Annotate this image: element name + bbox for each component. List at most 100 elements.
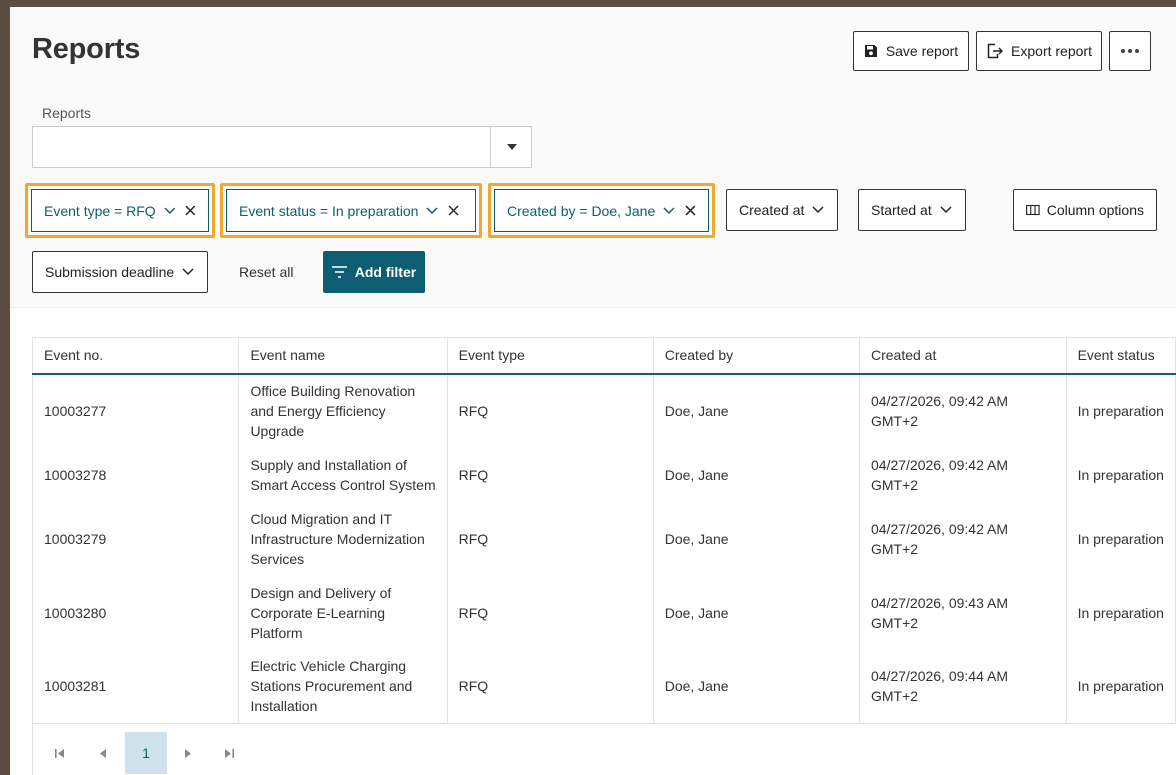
columns-icon — [1026, 204, 1040, 216]
cell-created-at: 04/27/2026, 09:42 AM GMT+2 — [858, 447, 1067, 502]
cell-event-name-line: Stations Procurement and — [250, 678, 413, 695]
reset-all-button[interactable]: Reset all — [239, 264, 293, 280]
cell-created-at-line: GMT+2 — [870, 413, 919, 429]
chevron-down-icon[interactable] — [426, 206, 438, 215]
started-at-filter-button[interactable]: Started at — [858, 189, 966, 231]
cell-event-name: Electric Vehicle Charging Stations Procu… — [238, 649, 448, 724]
cell-event-type: RFQ — [446, 575, 654, 650]
column-header-created-by[interactable]: Created by — [652, 337, 860, 375]
table-row[interactable]: 10003281 Electric Vehicle Charging Stati… — [31, 649, 1176, 724]
table-header-row: Event no. Event name Event type Created … — [31, 337, 1176, 375]
cell-event-name-line: and Energy Efficiency — [250, 403, 386, 419]
cell-event-status: In preparation — [1065, 575, 1176, 650]
column-header-event-no[interactable]: Event no. — [31, 337, 240, 375]
filter-chip-event-status[interactable]: Event status = In preparation — [226, 189, 476, 232]
page-button-current[interactable]: 1 — [125, 732, 167, 774]
reports-select[interactable] — [32, 126, 532, 168]
last-page-icon — [225, 748, 234, 758]
previous-page-button[interactable] — [82, 732, 124, 774]
table-row[interactable]: 10003278 Supply and Installation of Smar… — [31, 447, 1176, 502]
cell-created-at-line: GMT+2 — [870, 688, 919, 705]
column-header-event-status[interactable]: Event status — [1065, 337, 1176, 375]
cell-event-no: 10003279 — [31, 501, 240, 576]
cell-created-by: Doe, Jane — [652, 649, 860, 724]
filter-highlight-event-status: Event status = In preparation — [220, 183, 482, 238]
cell-event-status: In preparation — [1065, 501, 1176, 576]
last-page-button[interactable] — [208, 732, 250, 774]
reports-select-label: Reports — [42, 105, 92, 121]
next-page-button[interactable] — [166, 732, 208, 774]
column-options-label: Column options — [1046, 202, 1144, 218]
created-at-filter-button[interactable]: Created at — [726, 189, 838, 231]
chevron-left-icon — [99, 748, 106, 758]
close-icon[interactable] — [185, 205, 196, 216]
cell-created-at-line: 04/27/2026, 09:42 AM — [870, 456, 1008, 473]
cell-event-name-line: Electric Vehicle Charging — [250, 658, 407, 675]
chevron-down-icon[interactable] — [164, 207, 176, 215]
cell-event-no: 10003277 — [31, 373, 240, 448]
more-options-button[interactable] — [1109, 31, 1151, 71]
cell-event-no: 10003281 — [31, 649, 240, 724]
cell-event-type: RFQ — [446, 501, 654, 576]
column-header-event-type[interactable]: Event type — [446, 337, 654, 375]
filter-highlight-event-type: Event type = RFQ — [25, 183, 215, 238]
cell-created-at: 04/27/2026, 09:42 AM GMT+2 — [858, 501, 1067, 576]
filter-chip-event-type[interactable]: Event type = RFQ — [31, 189, 209, 232]
column-options-button[interactable]: Column options — [1013, 189, 1157, 231]
cell-created-at: 04/27/2026, 09:43 AM GMT+2 — [858, 575, 1067, 650]
submission-deadline-filter-button[interactable]: Submission deadline — [32, 251, 208, 293]
first-page-icon — [55, 748, 64, 758]
add-filter-button[interactable]: Add filter — [323, 251, 425, 293]
cell-event-name-line: Installation — [250, 698, 318, 715]
first-page-button[interactable] — [39, 732, 81, 774]
close-icon[interactable] — [448, 205, 459, 216]
cell-event-name-line: Design and Delivery of — [250, 584, 392, 601]
export-report-label: Export report — [1011, 43, 1092, 59]
close-icon[interactable] — [685, 205, 696, 216]
results-area: Event no. Event name Event type Created … — [10, 307, 1176, 775]
filter-chip-created-by[interactable]: Created by = Doe, Jane — [494, 189, 709, 232]
cell-event-name-line: Office Building Renovation — [250, 383, 416, 399]
cell-created-at: 04/27/2026, 09:44 AM GMT+2 — [858, 649, 1067, 724]
save-report-button[interactable]: Save report — [853, 31, 969, 71]
cell-event-no: 10003278 — [31, 447, 240, 502]
cell-event-type: RFQ — [446, 649, 654, 724]
save-icon — [864, 45, 877, 57]
cell-created-at-line: GMT+2 — [870, 540, 919, 557]
cell-event-no: 10003280 — [31, 575, 240, 650]
cell-created-at-line: GMT+2 — [870, 614, 919, 631]
cell-created-by: Doe, Jane — [652, 447, 860, 502]
cell-event-name: Design and Delivery of Corporate E-Learn… — [238, 575, 448, 650]
cell-created-at-line: 04/27/2026, 09:42 AM — [870, 520, 1008, 537]
filter-chip-label: Event status = In preparation — [239, 202, 419, 219]
cell-event-name-line: Platform — [250, 624, 303, 641]
filter-chip-label: Created by = Doe, Jane — [507, 202, 656, 219]
created-at-filter-label: Created at — [739, 202, 805, 218]
cell-created-at-line: 04/27/2026, 09:44 AM — [870, 668, 1008, 685]
more-horizontal-icon — [1121, 49, 1139, 53]
chevron-down-icon — [182, 268, 194, 276]
table-row[interactable]: 10003277 Office Building Renovation and … — [31, 373, 1176, 448]
select-divider — [490, 127, 491, 167]
column-header-event-name[interactable]: Event name — [238, 337, 448, 375]
filter-highlight-created-by: Created by = Doe, Jane — [488, 183, 715, 238]
submission-deadline-filter-label: Submission deadline — [45, 264, 175, 280]
cell-event-name-line: Services — [250, 550, 305, 567]
results-table: Event no. Event name Event type Created … — [31, 337, 1176, 724]
table-row[interactable]: 10003280 Design and Delivery of Corporat… — [31, 575, 1176, 650]
dropdown-caret-icon[interactable] — [507, 144, 517, 150]
cell-event-name-line: Cloud Migration and IT — [250, 510, 393, 527]
chevron-down-icon[interactable] — [663, 207, 675, 215]
cell-event-name-line: Smart Access Control System — [250, 476, 436, 493]
cell-event-name: Office Building Renovation and Energy Ef… — [238, 373, 448, 448]
table-row[interactable]: 10003279 Cloud Migration and IT Infrastr… — [31, 501, 1176, 576]
cell-event-status: In preparation — [1065, 649, 1176, 724]
filter-icon — [331, 266, 347, 278]
page-title: Reports — [32, 33, 141, 65]
cell-event-status: In preparation — [1065, 373, 1176, 448]
cell-created-at-line: GMT+2 — [870, 476, 919, 493]
cell-event-name-line: Upgrade — [250, 423, 305, 439]
filter-chip-label: Event type = RFQ — [44, 202, 156, 219]
column-header-created-at[interactable]: Created at — [858, 337, 1067, 375]
export-report-button[interactable]: Export report — [976, 31, 1102, 71]
